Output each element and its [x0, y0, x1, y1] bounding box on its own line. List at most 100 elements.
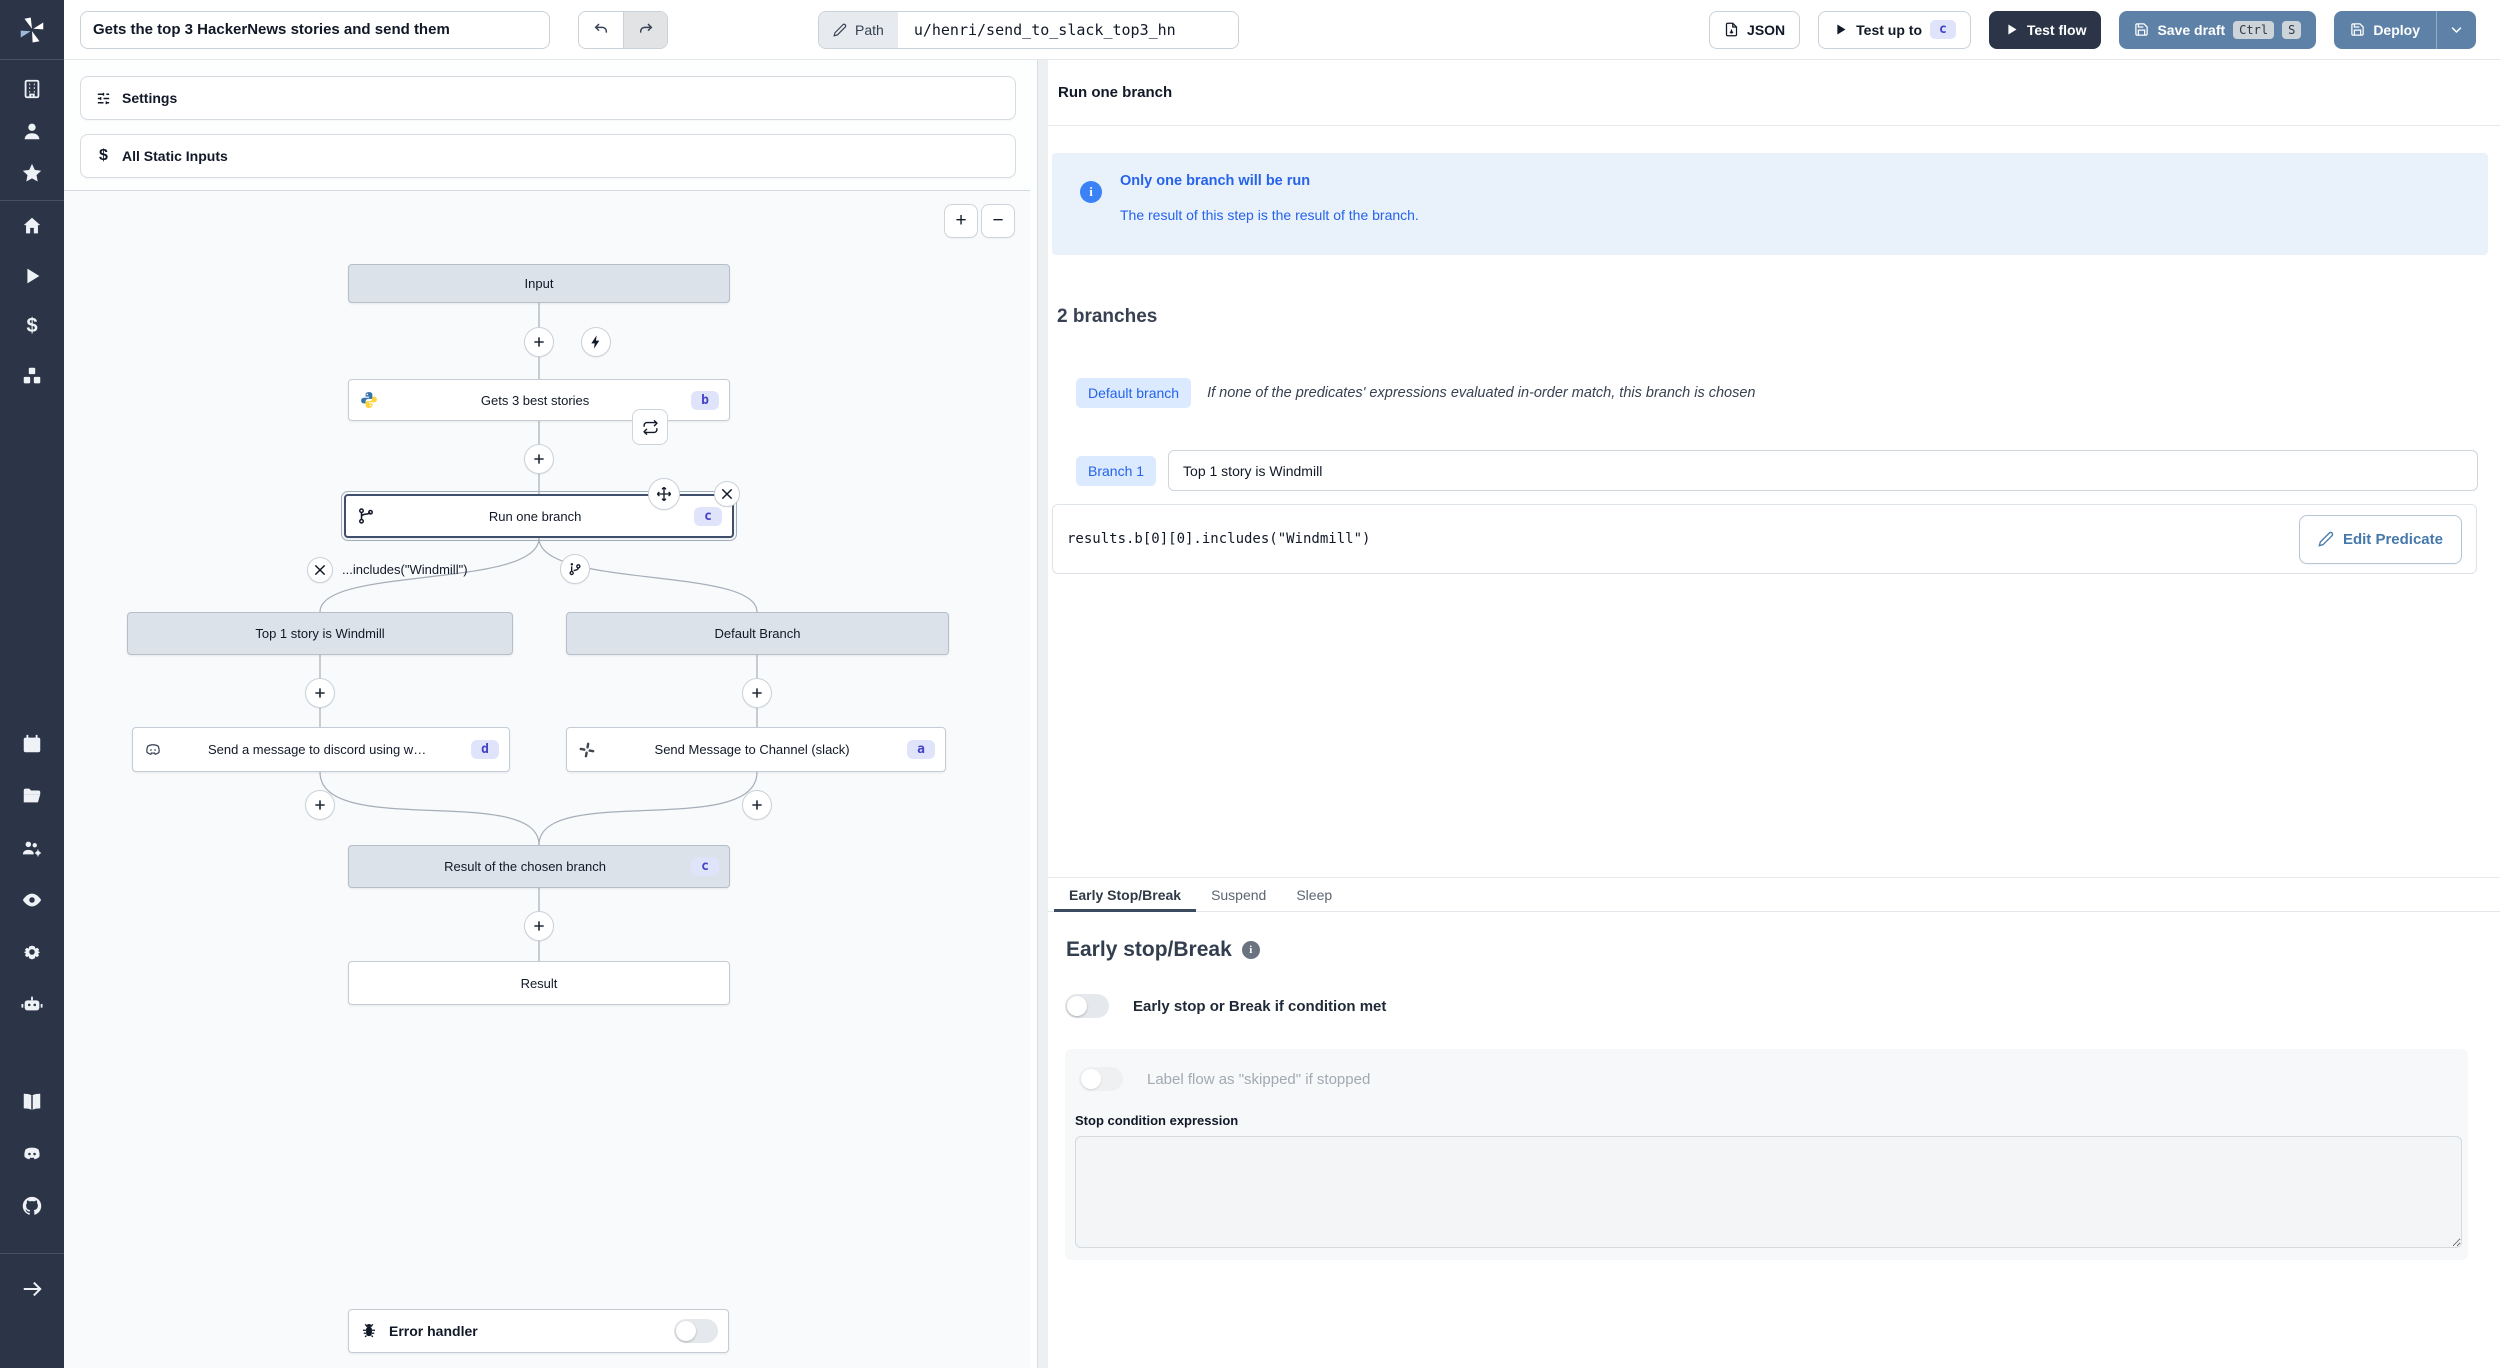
windmill-logo-icon[interactable]: [0, 0, 64, 60]
early-stop-toggle[interactable]: [1065, 994, 1109, 1018]
sidebar-item-discord[interactable]: [19, 1141, 45, 1167]
deploy-more-button[interactable]: [2436, 10, 2476, 49]
branch-predicate-label[interactable]: ...includes("Windmill"): [342, 562, 468, 577]
redo-button[interactable]: [623, 11, 667, 48]
add-step-button[interactable]: [524, 911, 554, 941]
node-label: Gets 3 best stories: [480, 392, 590, 408]
sidebar-item-settings[interactable]: [19, 939, 45, 965]
flow-node-get-stories[interactable]: Gets 3 best stories b: [348, 379, 730, 421]
sidebar-item-user[interactable]: [19, 118, 45, 144]
node-label: Run one branch: [488, 508, 582, 524]
loop-step-button[interactable]: [632, 409, 668, 445]
zoom-out-button[interactable]: −: [981, 204, 1015, 238]
flow-canvas[interactable]: + − Input Gets 3 best stories b Run one …: [64, 190, 1030, 1368]
sidebar-item-ai[interactable]: [19, 991, 45, 1017]
move-step-button[interactable]: [648, 478, 680, 510]
add-branch-button[interactable]: [560, 554, 590, 584]
flow-node-branch-windmill[interactable]: Top 1 story is Windmill: [127, 612, 513, 655]
sidebar-item-audit-logs[interactable]: [19, 887, 45, 913]
label-skipped-toggle[interactable]: [1079, 1067, 1123, 1091]
plus-icon: [315, 688, 325, 698]
sidebar-item-workspace[interactable]: [19, 76, 45, 102]
json-button[interactable]: JSON: [1709, 10, 1801, 49]
chevron-down-icon: [2451, 27, 2462, 34]
save-draft-button[interactable]: Save draft Ctrl S: [2119, 10, 2317, 49]
dollar-icon: $: [99, 147, 108, 164]
flow-node-discord[interactable]: Send a message to discord using w… d: [132, 727, 510, 772]
add-step-button[interactable]: [742, 790, 772, 820]
save-draft-label: Save draft: [2157, 21, 2226, 38]
play-icon: [1837, 24, 1846, 35]
sidebar-expand-icon[interactable]: [19, 1276, 45, 1302]
sidebar-item-resources[interactable]: [19, 363, 45, 389]
all-static-inputs-bar[interactable]: $ All Static Inputs: [80, 134, 1016, 178]
tab-early-stop-break[interactable]: Early Stop/Break: [1054, 878, 1197, 912]
add-step-button[interactable]: [524, 327, 554, 357]
tab-suspend[interactable]: Suspend: [1196, 878, 1281, 911]
sidebar-item-docs[interactable]: [19, 1089, 45, 1115]
deploy-split-button: Deploy: [2334, 10, 2476, 49]
sidebar: $: [0, 0, 64, 1368]
zoom-in-button[interactable]: +: [944, 204, 978, 238]
stop-condition-textarea[interactable]: [1075, 1136, 2462, 1248]
flow-node-result-branch[interactable]: Result of the chosen branch c: [348, 845, 730, 888]
flow-node-result[interactable]: Result: [348, 961, 730, 1005]
sidebar-item-home[interactable]: [19, 213, 45, 239]
remove-branch-button[interactable]: [307, 557, 333, 583]
edit-predicate-button[interactable]: Edit Predicate: [2298, 514, 2462, 564]
flow-node-slack[interactable]: Send Message to Channel (slack) a: [566, 727, 946, 772]
flow-edges: [319, 303, 758, 961]
flow-node-input[interactable]: Input: [348, 264, 730, 303]
test-up-to-button[interactable]: Test up to c: [1818, 10, 1971, 49]
branch-1-row: Branch 1: [1076, 450, 2478, 491]
sidebar-item-schedules[interactable]: [19, 731, 45, 757]
delete-step-button[interactable]: [714, 481, 740, 507]
deploy-button[interactable]: Deploy: [2334, 11, 2436, 49]
predicate-expression: results.b[0][0].includes("Windmill"): [1067, 531, 1371, 547]
add-step-button[interactable]: [305, 790, 335, 820]
node-label: Result of the chosen branch: [444, 859, 607, 874]
test-flow-button[interactable]: Test flow: [1988, 10, 2102, 49]
branch-1-summary-input[interactable]: [1168, 450, 2478, 491]
settings-bar[interactable]: Settings: [80, 76, 1016, 120]
path-edit-button[interactable]: Path: [819, 11, 898, 48]
default-branch-row: Default branch If none of the predicates…: [1076, 378, 1756, 408]
path-value[interactable]: u/henri/send_to_slack_top3_hn: [897, 11, 1238, 48]
flow-node-error-handler[interactable]: Error handler: [348, 1309, 729, 1353]
sidebar-item-favorites[interactable]: [19, 160, 45, 186]
close-icon: [721, 488, 733, 500]
sidebar-item-folders[interactable]: [19, 783, 45, 809]
pencil-icon: [2318, 531, 2334, 547]
default-branch-description: If none of the predicates' expressions e…: [1207, 385, 1756, 401]
panel-resize-handle[interactable]: [1038, 60, 1048, 1368]
info-banner: i Only one branch will be run The result…: [1052, 153, 2488, 255]
sidebar-item-variables[interactable]: $: [19, 313, 45, 339]
plus-icon: [534, 337, 544, 347]
lightning-icon: [591, 335, 600, 349]
info-icon: i: [1241, 941, 1260, 959]
sidebar-item-github[interactable]: [19, 1193, 45, 1219]
tab-sleep[interactable]: Sleep: [1281, 878, 1347, 911]
slack-icon: [577, 740, 597, 760]
flow-title-input[interactable]: [80, 10, 550, 49]
repeat-icon: [642, 419, 658, 435]
undo-icon: [594, 22, 608, 33]
close-icon: [314, 564, 326, 576]
discord-icon: [143, 740, 163, 760]
undo-button[interactable]: [579, 11, 623, 48]
play-icon: [2008, 24, 2017, 35]
add-step-button[interactable]: [742, 678, 772, 708]
python-icon: [359, 390, 379, 410]
early-stop-heading-text: Early stop/Break: [1066, 938, 1232, 961]
sidebar-item-runs[interactable]: [19, 263, 45, 289]
redo-icon: [639, 22, 652, 33]
flow-node-branch-default[interactable]: Default Branch: [566, 612, 949, 655]
sidebar-item-groups[interactable]: [19, 835, 45, 861]
add-step-button[interactable]: [305, 678, 335, 708]
error-handler-toggle[interactable]: [674, 1319, 718, 1343]
node-label: Error handler: [389, 1323, 478, 1339]
add-step-button[interactable]: [524, 444, 554, 474]
add-trigger-button[interactable]: [581, 327, 611, 357]
early-stop-toggle-label: Early stop or Break if condition met: [1133, 997, 1387, 1015]
node-label: Top 1 story is Windmill: [255, 626, 385, 641]
